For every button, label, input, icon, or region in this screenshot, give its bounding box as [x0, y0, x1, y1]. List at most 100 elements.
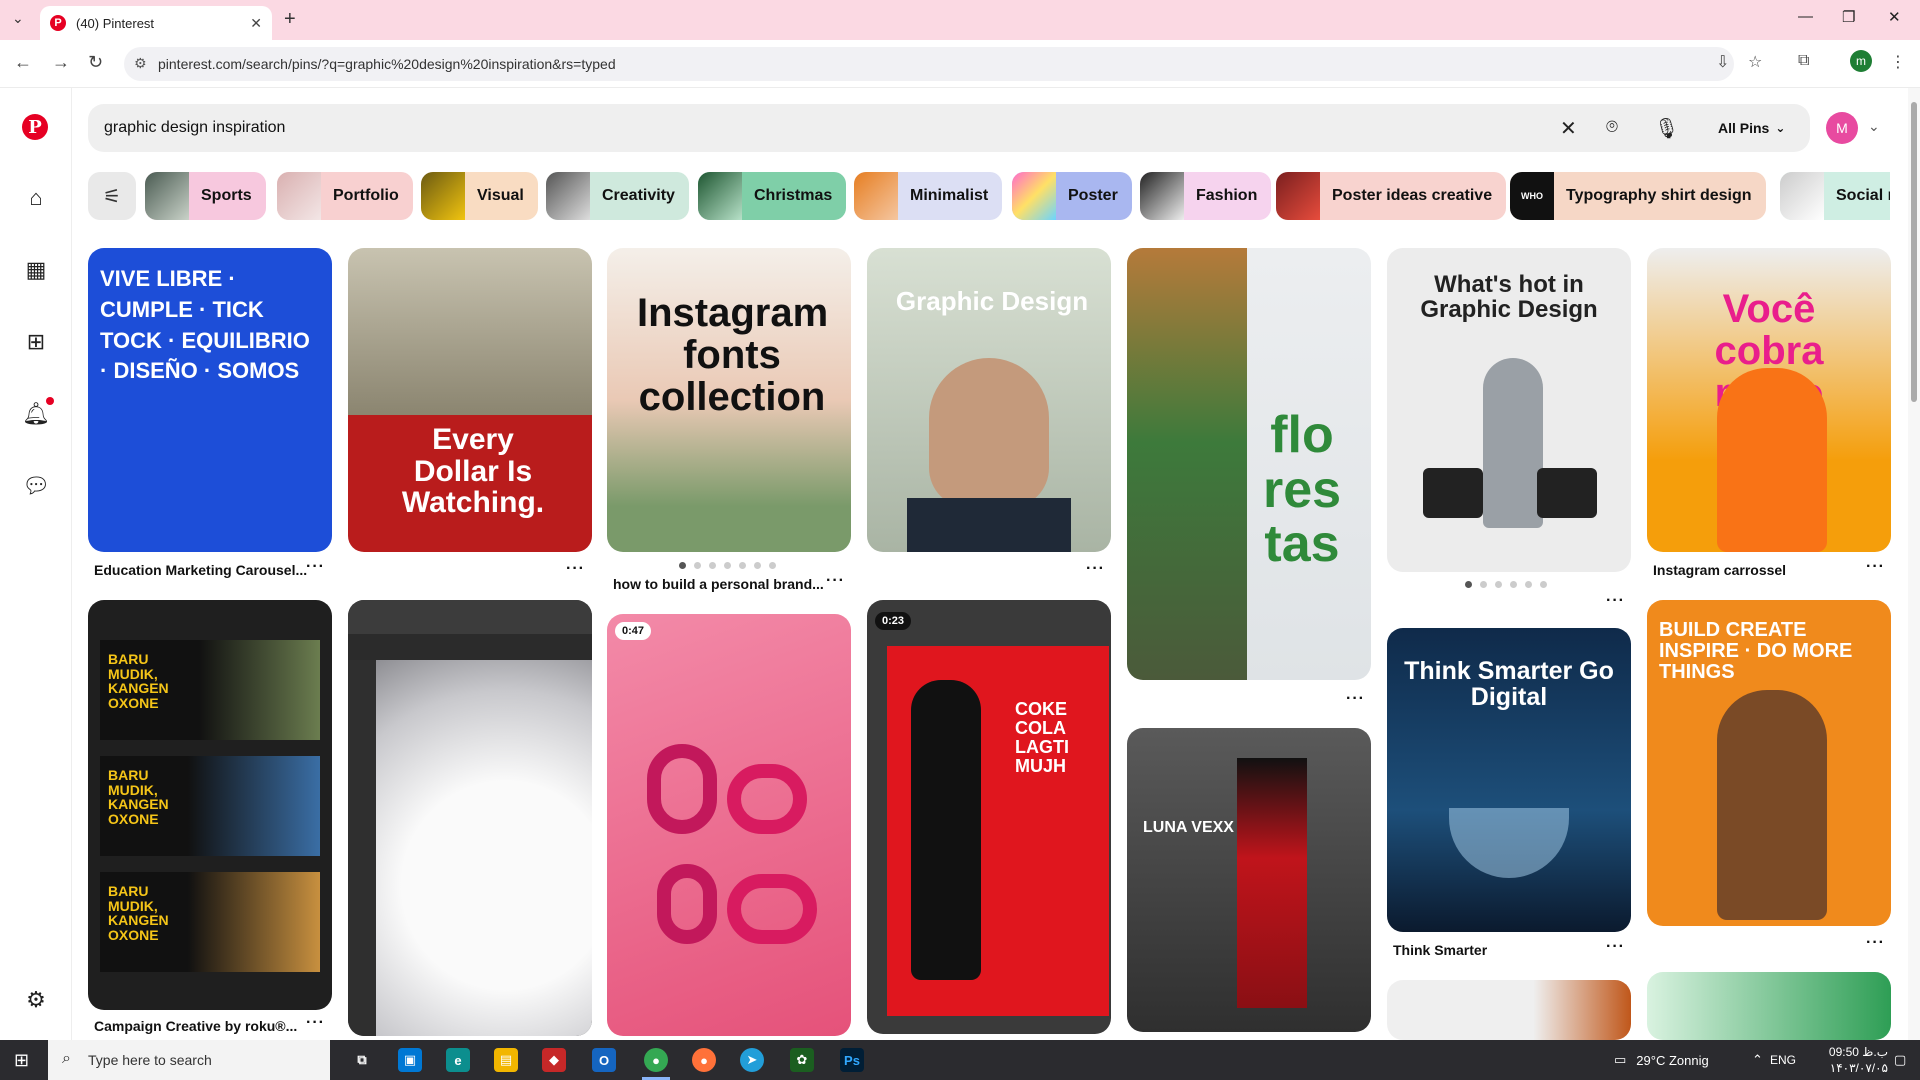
browser-tab-strip: ⌄ P (40) Pinterest ✕ + — ❐ ✕ [0, 0, 1920, 40]
address-bar[interactable]: ⚙ pinterest.com/search/pins/?q=graphic%2… [124, 47, 1734, 81]
app-icon[interactable]: ◆ [542, 1048, 566, 1072]
chip-christmas[interactable]: Christmas [698, 172, 847, 220]
pin-luna-vexx[interactable]: LUNA VEXX [1127, 728, 1371, 1032]
bookmark-star-icon[interactable]: ☆ [1748, 52, 1762, 72]
pin-instagram-carrossel[interactable]: Você cobra muito caro! [1647, 248, 1891, 552]
site-info-icon[interactable]: ⚙ [134, 55, 147, 72]
pin-photoshop-dog[interactable] [348, 600, 592, 1036]
telegram-icon[interactable]: ➤ [740, 1048, 764, 1072]
notifications-bell-icon[interactable]: 🔔︎ [22, 400, 50, 428]
back-icon[interactable]: ← [14, 52, 32, 73]
video-duration-badge: 0:47 [615, 622, 652, 640]
chip-poster-ideas-creative[interactable]: Poster ideas creative [1276, 172, 1507, 220]
search-query-text: graphic design inspiration [104, 119, 286, 136]
chip-social-media[interactable]: Social m [1780, 172, 1890, 220]
task-view-icon[interactable]: ⧉ [350, 1048, 374, 1072]
home-icon[interactable]: ⌂ [22, 184, 50, 212]
avatar[interactable]: M [1826, 112, 1858, 144]
pin-caption[interactable]: Instagram carrossel [1653, 562, 1786, 578]
page-scrollbar[interactable] [1908, 88, 1920, 1040]
carousel-indicator [1465, 581, 1547, 588]
pin-campaign-creative[interactable]: BARU MUDIK, KANGEN OXONE BARU MUDIK, KAN… [88, 600, 332, 1010]
install-app-icon[interactable]: ⇩ [1716, 52, 1729, 72]
pin-education-carousel[interactable]: VIVE LIBRE · CUMPLE · TICK TOCK · EQUILI… [88, 248, 332, 552]
chip-visual[interactable]: Visual [421, 172, 538, 220]
pin-more-options-icon[interactable]: ··· [1866, 558, 1885, 576]
pin-more-options-icon[interactable]: ··· [1866, 934, 1885, 952]
pin-dollar-watching[interactable]: Every Dollar Is Watching. [348, 248, 592, 552]
pin-instagram-fonts[interactable]: Instagram fonts collection [607, 248, 851, 552]
settings-gear-icon[interactable]: ⚙ [22, 986, 50, 1014]
forward-icon[interactable]: → [52, 52, 70, 73]
voice-search-mic-icon[interactable]: 🎙︎ [1654, 116, 1679, 141]
taskbar-search-input[interactable]: ⌕ Type here to search [48, 1040, 330, 1080]
pin-more-options-icon[interactable]: ··· [826, 572, 845, 590]
pin-more-options-icon[interactable]: ··· [1086, 560, 1105, 578]
pin-more-options-icon[interactable]: ··· [1346, 690, 1365, 708]
search-input[interactable]: graphic design inspiration ✕ ⌾ 🎙︎ [88, 104, 1810, 152]
edge-icon[interactable]: e [446, 1048, 470, 1072]
weather-widget[interactable]: ▭ 29°C Zonnig [1614, 1040, 1709, 1080]
pinterest-logo-icon[interactable]: P [22, 114, 48, 140]
chip-creativity[interactable]: Creativity [546, 172, 689, 220]
browser-menu-icon[interactable]: ⋮ [1890, 52, 1906, 72]
chrome-icon[interactable]: ● [644, 1048, 668, 1072]
visual-search-camera-icon[interactable]: ⌾ [1606, 116, 1618, 139]
chip-poster[interactable]: Poster [1012, 172, 1132, 220]
new-tab-icon[interactable]: + [284, 8, 296, 31]
pin-more-options-icon[interactable]: ··· [566, 560, 585, 578]
chip-sports[interactable]: Sports [145, 172, 266, 220]
pin-partial[interactable] [1387, 980, 1631, 1040]
pin-build-create-inspire[interactable]: BUILD CREATE INSPIRE · DO MORE THINGS [1647, 600, 1891, 926]
pin-coca-cola-photoshop[interactable]: 0:23 COKE COLA LAGTI MUJH [867, 600, 1111, 1034]
filter-sliders-icon[interactable]: ⚟ [88, 172, 136, 220]
pin-more-options-icon[interactable]: ··· [1606, 938, 1625, 956]
clear-search-icon[interactable]: ✕ [1560, 116, 1577, 141]
pin-caption[interactable]: Think Smarter [1393, 942, 1487, 958]
chip-minimalist[interactable]: Minimalist [854, 172, 1003, 220]
pin-more-options-icon[interactable]: ··· [1606, 592, 1625, 610]
firefox-icon[interactable]: ● [692, 1048, 716, 1072]
photoshop-icon[interactable]: Ps [840, 1048, 864, 1072]
all-pins-label: All Pins [1718, 120, 1770, 136]
store-icon[interactable]: ▣ [398, 1048, 422, 1072]
all-pins-dropdown[interactable]: All Pins ⌄ [1718, 104, 1785, 152]
pin-caption[interactable]: Campaign Creative by roku®... [94, 1018, 297, 1034]
pin-partial[interactable] [1647, 972, 1891, 1040]
pin-think-smarter[interactable]: Think Smarter Go Digital [1387, 628, 1631, 932]
minimize-icon[interactable]: — [1798, 8, 1813, 25]
url-text: pinterest.com/search/pins/?q=graphic%20d… [158, 56, 616, 72]
account-chevron-down-icon[interactable]: ⌄ [1868, 118, 1880, 135]
tab-search-chevron-icon[interactable]: ⌄ [12, 10, 24, 27]
pin-caption[interactable]: how to build a personal brand... [613, 576, 824, 592]
restore-icon[interactable]: ❐ [1842, 8, 1855, 26]
outlook-icon[interactable]: O [592, 1048, 616, 1072]
chip-portfolio[interactable]: Portfolio [277, 172, 413, 220]
pin-graphic-design-man[interactable]: Graphic Design [867, 248, 1111, 552]
reload-icon[interactable]: ↻ [88, 52, 103, 73]
chip-fashion[interactable]: Fashion [1140, 172, 1272, 220]
windows-start-icon[interactable]: ⊞ [14, 1050, 29, 1071]
messages-icon[interactable]: 💬︎ [22, 472, 50, 500]
pin-more-options-icon[interactable]: ··· [306, 558, 325, 576]
browser-tab-pinterest[interactable]: P (40) Pinterest ✕ [40, 6, 272, 40]
create-icon[interactable]: ⊞ [22, 328, 50, 356]
tray-chevron-up-icon[interactable]: ⌃ [1752, 1040, 1763, 1080]
explore-icon[interactable]: ▦ [22, 256, 50, 284]
clock-time: 09:50 ب.ظ [1828, 1045, 1888, 1059]
browser-profile-avatar[interactable]: m [1850, 50, 1872, 72]
extensions-icon[interactable]: ⧉ [1798, 52, 1809, 70]
pin-whats-hot-graphic-design[interactable]: What's hot in Graphic Design [1387, 248, 1631, 572]
chip-typography-shirt-design[interactable]: WHO Typography shirt design [1510, 172, 1766, 220]
app-green-icon[interactable]: ✿ [790, 1048, 814, 1072]
video-duration-badge: 0:23 [875, 612, 912, 630]
pin-more-options-icon[interactable]: ··· [306, 1014, 325, 1032]
close-tab-icon[interactable]: ✕ [250, 15, 262, 32]
pin-pink-ribbon-typography[interactable]: 0:47 [607, 614, 851, 1036]
close-window-icon[interactable]: ✕ [1888, 8, 1901, 26]
pin-caption[interactable]: Education Marketing Carousel... [94, 562, 307, 578]
file-explorer-icon[interactable]: ▤ [494, 1048, 518, 1072]
notification-center-icon[interactable]: ▢ [1894, 1040, 1906, 1080]
pin-florestas[interactable]: flo res tas [1127, 248, 1371, 680]
system-clock[interactable]: 09:50 ب.ظ ۱۴۰۳/۰۷/۰۵ [1792, 1044, 1888, 1076]
